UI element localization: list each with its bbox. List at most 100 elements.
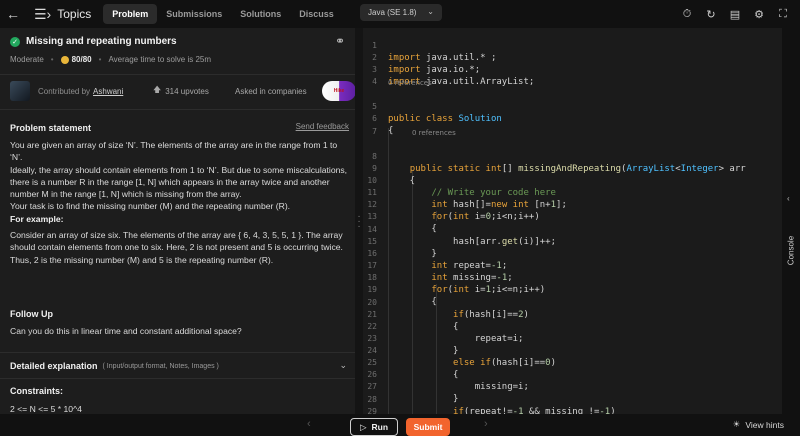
hamburger-arrow-icon: ☰› bbox=[34, 5, 52, 22]
submit-button[interactable]: Submit bbox=[406, 418, 450, 436]
contributor-row: Contributed by Ashwani 🡅 314 upvotes Ask… bbox=[10, 80, 355, 102]
code-line: 8 public static int[] missingAndRepeatin… bbox=[363, 139, 782, 174]
console-toggle[interactable]: ‹ Console bbox=[782, 28, 800, 414]
code-line: 14 hash[arr.get(i)]++; bbox=[363, 212, 782, 247]
share-icon[interactable]: ⚭ bbox=[335, 34, 345, 48]
fullscreen-icon[interactable]: ⛶ bbox=[776, 8, 790, 21]
divider bbox=[0, 352, 355, 353]
code-line: 25 { bbox=[363, 345, 782, 380]
statement-paragraph: You are given an array of size ‘N’. The … bbox=[10, 140, 338, 163]
upvote-button[interactable]: 🡅 314 upvotes bbox=[153, 80, 209, 102]
code-line: 29 { bbox=[363, 394, 782, 414]
code-line: 3 import java.util.ArrayList; bbox=[363, 52, 782, 87]
contributor-avatar bbox=[10, 81, 30, 101]
code-line: 11 int hash[]=new int [n+1]; bbox=[363, 175, 782, 210]
run-label: Run bbox=[371, 422, 389, 432]
detailed-explanation-heading: Detailed explanation bbox=[10, 361, 98, 371]
code-line: 9 { bbox=[363, 151, 782, 186]
code-line: 20 if(hash[i]==2) bbox=[363, 285, 782, 320]
drag-dots-icon: · · · bbox=[357, 210, 361, 232]
play-icon: ▷ bbox=[359, 421, 367, 432]
timer-icon[interactable]: ⏱ bbox=[680, 8, 694, 21]
upvote-count: 314 upvotes bbox=[165, 86, 209, 96]
detailed-explanation-toggle[interactable]: Detailed explanation ( Input/output form… bbox=[10, 360, 347, 371]
solved-check-icon: ✓ bbox=[10, 36, 20, 47]
toolbar-icons: ⏱ ↻ ▤ ⚙ ⛶ bbox=[680, 0, 790, 28]
refresh-icon[interactable]: ↻ bbox=[704, 8, 718, 21]
console-label: Console bbox=[786, 235, 796, 266]
company-logo-text: Hike bbox=[333, 88, 345, 94]
line-number: 7 bbox=[372, 127, 377, 136]
code-line: 23 } bbox=[363, 321, 782, 356]
example-heading: For example: bbox=[10, 213, 64, 224]
problem-title: Missing and repeating numbers bbox=[26, 36, 177, 47]
code-line: 5 public class Solution bbox=[363, 89, 782, 124]
language-select[interactable]: Java (SE 1.8) ⌄ bbox=[360, 4, 442, 21]
code-line: 24 else if(hash[i]==0) bbox=[363, 333, 782, 368]
top-bar: ← ☰› Topics Problem Submissions Solution… bbox=[0, 0, 800, 28]
code-lens-references[interactable]: 0 references bbox=[388, 79, 432, 87]
difficulty-label: Moderate bbox=[10, 55, 44, 64]
view-hints-button[interactable]: ☀ View hints bbox=[733, 419, 784, 430]
code-lens-references[interactable]: 0 references bbox=[412, 129, 456, 137]
problem-title-row: ✓ Missing and repeating numbers ⚭ bbox=[10, 34, 345, 48]
tab-discuss[interactable]: Discuss bbox=[290, 4, 343, 24]
previous-problem-icon[interactable]: ‹ bbox=[307, 418, 311, 430]
statement-paragraph: Ideally, the array should contain elemen… bbox=[10, 164, 348, 200]
statement-paragraph: Your task is to find the missing number … bbox=[10, 201, 291, 212]
line-number: 29 bbox=[367, 407, 377, 414]
contributed-by-label: Contributed by bbox=[38, 86, 91, 96]
view-hints-label: View hints bbox=[745, 419, 784, 430]
back-arrow-icon[interactable]: ← bbox=[0, 0, 26, 28]
panel-resize-handle[interactable]: · · · bbox=[355, 28, 363, 414]
divider bbox=[0, 109, 355, 110]
problem-tabs: Problem Submissions Solutions Discuss bbox=[103, 0, 343, 28]
constraints-heading: Constraints: bbox=[10, 386, 64, 396]
send-feedback-link[interactable]: Send feedback bbox=[296, 122, 349, 131]
divider bbox=[0, 378, 355, 379]
code-line: 12 for(int i=0;i<n;i++) bbox=[363, 187, 782, 222]
code-line: 7 bbox=[363, 114, 782, 136]
run-button[interactable]: ▷ Run bbox=[350, 418, 398, 436]
code-line: 18 for(int i=1;i<=n;i++) bbox=[363, 260, 782, 295]
points-value: 80/80 bbox=[71, 55, 92, 64]
code-line: 21 { bbox=[363, 297, 782, 332]
code-line: 17 int missing=-1; bbox=[363, 248, 782, 283]
settings-icon[interactable]: ⚙ bbox=[752, 8, 766, 21]
constraint-item: 2 <= N <= 5 * 10^4 bbox=[10, 404, 82, 414]
topics-label: Topics bbox=[57, 7, 92, 21]
asked-in-companies: Asked in companies bbox=[235, 86, 307, 96]
code-line: 6 { bbox=[363, 101, 782, 136]
language-value: Java (SE 1.8) bbox=[368, 8, 417, 17]
contributor-link[interactable]: Ashwani bbox=[93, 87, 123, 96]
chevron-down-icon: ⌄ bbox=[427, 7, 434, 16]
divider bbox=[0, 74, 355, 75]
problem-panel: ✓ Missing and repeating numbers ⚭ Modera… bbox=[0, 28, 355, 414]
follow-up-text: Can you do this in linear time and const… bbox=[10, 326, 242, 336]
tab-solutions[interactable]: Solutions bbox=[231, 4, 290, 24]
follow-up-heading: Follow Up bbox=[10, 309, 53, 319]
code-line: 4 bbox=[363, 64, 782, 86]
tab-problem[interactable]: Problem bbox=[103, 4, 158, 24]
code-line: 13 { bbox=[363, 199, 782, 234]
topics-button[interactable]: ☰› Topics bbox=[34, 0, 91, 28]
code-line: 27 } bbox=[363, 369, 782, 404]
code-line: 1 import java.util.* ; bbox=[363, 28, 782, 63]
next-problem-icon[interactable]: › bbox=[484, 418, 488, 430]
code-text: if(repeat!=-1 && missing !=-1) bbox=[453, 407, 616, 414]
detailed-explanation-subtitle: ( Input/output format, Notes, Images ) bbox=[102, 362, 219, 370]
upvote-arrow-icon: 🡅 bbox=[153, 85, 162, 94]
code-line: 19 { bbox=[363, 272, 782, 307]
company-logo[interactable]: Hike bbox=[322, 81, 355, 101]
average-time: Average time to solve is 25m bbox=[108, 55, 212, 64]
code-line: 26 missing=i; bbox=[363, 357, 782, 392]
tab-submissions[interactable]: Submissions bbox=[157, 4, 231, 24]
code-line: 15 } bbox=[363, 224, 782, 259]
code-line: 2 import java.io.*; bbox=[363, 40, 782, 75]
chevron-left-icon: ‹ bbox=[787, 194, 790, 203]
notes-icon[interactable]: ▤ bbox=[728, 8, 742, 21]
meta-separator: • bbox=[50, 55, 54, 64]
meta-separator: • bbox=[98, 55, 102, 64]
code-editor[interactable]: ✕ 1 import java.util.* ; 2 import java.i… bbox=[363, 28, 782, 414]
example-text: Consider an array of size six. The eleme… bbox=[10, 230, 343, 265]
